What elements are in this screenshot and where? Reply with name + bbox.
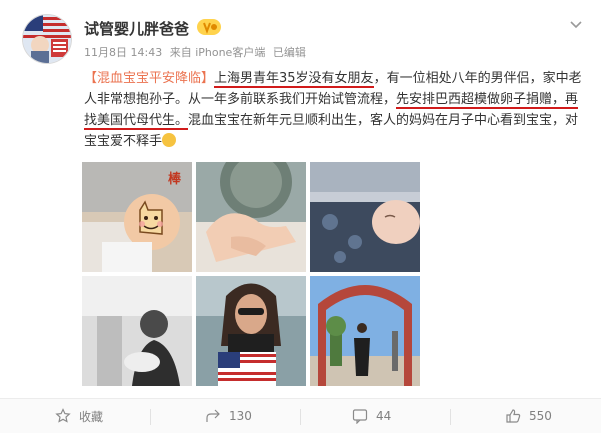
sticker-text: 棒 — [168, 172, 182, 187]
divider — [450, 409, 451, 425]
post-text: 【混血宝宝平安降临】上海男青年35岁没有女朋友，有一位相处八年的男伴侣，家中老人… — [84, 68, 584, 152]
share-count: 130 — [229, 409, 252, 423]
photo-baby-sleeping[interactable] — [310, 162, 420, 272]
post-topic-tag[interactable]: 【混血宝宝平安降临】 — [84, 71, 214, 86]
comment-icon — [352, 409, 368, 424]
flag-avatar-icon — [23, 15, 71, 63]
comment-button[interactable]: 44 — [352, 399, 391, 433]
username[interactable]: 试管婴儿胖爸爸 — [84, 18, 189, 39]
like-count: 550 — [529, 409, 552, 423]
photo-woman-holding-baby[interactable] — [82, 276, 192, 386]
photo-baby-thumbs-up[interactable]: 棒 — [82, 162, 192, 272]
post-date[interactable]: 11月8日 14:43 — [84, 46, 162, 59]
like-button[interactable]: 550 — [505, 399, 552, 433]
star-icon — [55, 408, 71, 423]
avatar[interactable] — [22, 14, 72, 64]
photo-grid: 棒 — [82, 162, 420, 388]
photo-baby-feet[interactable] — [196, 162, 306, 272]
share-button[interactable]: 130 — [205, 399, 252, 433]
post-edited[interactable]: 已编辑 — [273, 46, 306, 59]
divider — [150, 409, 151, 425]
divider — [300, 409, 301, 425]
photo-woman-under-arch[interactable] — [310, 276, 420, 386]
photo-woman-with-flag[interactable] — [196, 276, 306, 386]
comment-count: 44 — [376, 409, 392, 423]
thumbs-up-icon — [506, 409, 521, 423]
laugh-emoji-icon — [162, 133, 177, 147]
post-meta: 11月8日 14:43 来自 iPhone客户端 已编辑 — [84, 44, 310, 60]
post-action-bar: 收藏 130 44 550 — [0, 398, 601, 433]
share-icon — [206, 409, 220, 422]
favorite-button[interactable]: 收藏 — [55, 399, 103, 433]
chevron-down-icon[interactable] — [569, 18, 583, 32]
vip-badge-icon[interactable] — [196, 18, 222, 36]
favorite-label: 收藏 — [79, 409, 104, 424]
post-source: 来自 iPhone客户端 — [169, 46, 266, 59]
post-text-underlined-1: 上海男青年35岁没有女朋友 — [214, 71, 374, 88]
